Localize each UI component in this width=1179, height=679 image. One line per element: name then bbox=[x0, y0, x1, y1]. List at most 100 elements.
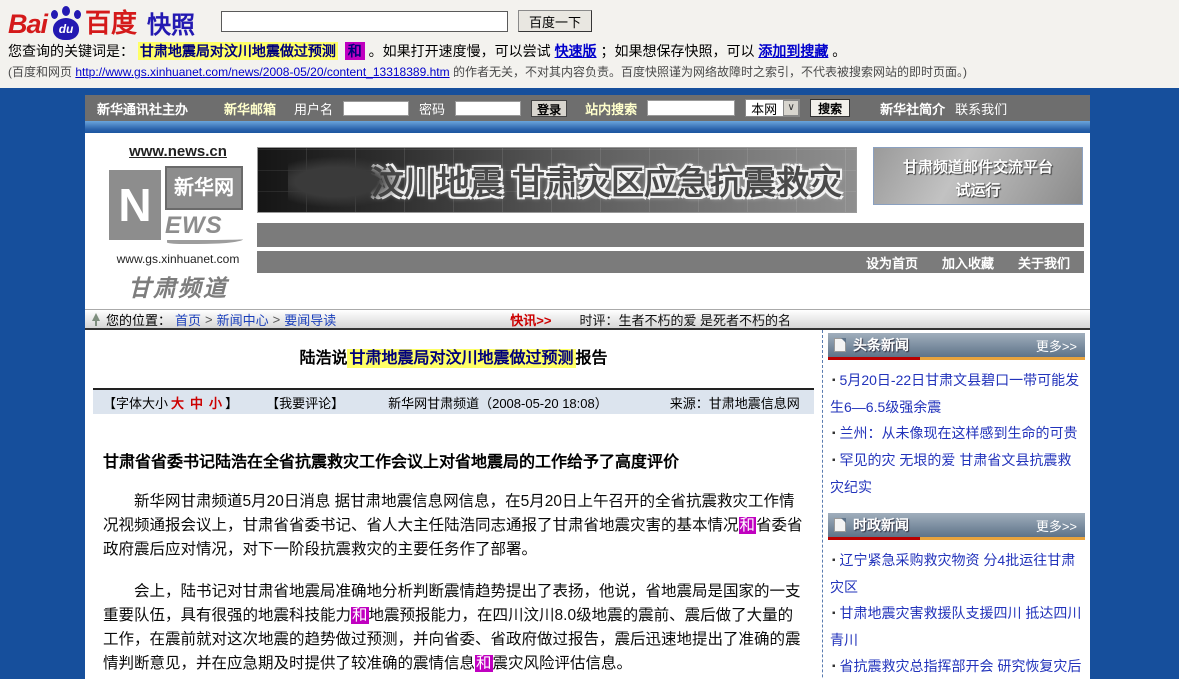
site-search-input[interactable] bbox=[647, 100, 735, 116]
logo-column: www.news.cn N 新华网 EWS www.gs.xinhuanet.c… bbox=[99, 143, 257, 303]
article-subheading: 甘肃省省委书记陆浩在全省抗震救灾工作会议上对省地震局的工作给予了高度评价 bbox=[103, 448, 804, 472]
keyword-prefix: 您查询的关键词是： bbox=[8, 43, 134, 59]
bullet-icon: ▪ bbox=[832, 428, 836, 439]
fast-version-link[interactable]: 快速版 bbox=[555, 43, 597, 59]
add-bookmark-link[interactable]: 加入收藏 bbox=[942, 253, 994, 272]
list-item[interactable]: ▪罕见的灾 无垠的爱 甘肃省文县抗震救灾纪实 bbox=[830, 447, 1083, 500]
masthead-right: 汶川地震 甘肃灾区应急抗震救灾 甘肃频道邮件交流平台 试运行 设为首页 加入收藏… bbox=[257, 143, 1090, 303]
chevron-down-icon[interactable]: ∨ bbox=[783, 100, 799, 116]
disclaimer-post: 的作者无关，不对其内容负责。百度快照谨为网络故障时之索引，不代表被搜索网站的即时… bbox=[453, 65, 967, 79]
bullet-icon: ▪ bbox=[832, 661, 836, 672]
site-search-button[interactable]: 搜索 bbox=[810, 99, 850, 117]
list-item[interactable]: ▪5月20日-22日甘肃文县碧口一带可能发生6—6.5级强余震 bbox=[830, 367, 1083, 420]
banner-main-text: 汶川地震 甘肃灾区应急抗震救灾 bbox=[371, 156, 842, 204]
username-label: 用户名 bbox=[294, 99, 333, 118]
bullet-icon: ▪ bbox=[832, 555, 836, 566]
breadcrumb-sep: > bbox=[205, 312, 213, 327]
breadcrumb-label: 您的位置： bbox=[106, 310, 171, 329]
gray-strip bbox=[257, 223, 1084, 247]
gansu-channel-label: 甘肃频道 bbox=[99, 269, 257, 303]
p1-seg1: 新华网甘肃频道5月20日消息 据甘肃地震信息网信息，在5月20日上午召开的全省抗… bbox=[103, 493, 795, 534]
page-background: 新华通讯社主办 新华邮箱 用户名 密码 登录 站内搜索 本网 ∨ 搜索 新华社简… bbox=[0, 88, 1179, 679]
masthead: www.news.cn N 新华网 EWS www.gs.xinhuanet.c… bbox=[85, 133, 1090, 309]
font-small-button[interactable]: 小 bbox=[209, 393, 222, 412]
politics-news-header: 时政新闻 更多>> bbox=[828, 513, 1085, 537]
font-medium-button[interactable]: 中 bbox=[190, 393, 203, 412]
font-size-label-end: 】 bbox=[225, 393, 238, 412]
baidu-paw-icon: du bbox=[49, 6, 83, 40]
xinhuanet-logo[interactable]: N 新华网 EWS bbox=[109, 166, 247, 248]
breadcrumb-news-center[interactable]: 新闻中心 bbox=[217, 310, 269, 329]
bullet-icon: ▪ bbox=[832, 375, 836, 386]
mail-link[interactable]: 新华邮箱 bbox=[224, 99, 276, 118]
keyword-end: 。 bbox=[832, 43, 846, 59]
breadcrumb-home[interactable]: 首页 bbox=[175, 310, 201, 329]
host-label: 新华通讯社主办 bbox=[97, 99, 188, 118]
list-item[interactable]: ▪省抗震救灾总指挥部开会 研究恢复灾后重建 bbox=[830, 653, 1083, 679]
title-pre: 陆浩说 bbox=[299, 350, 347, 367]
cached-page-url[interactable]: http://www.gs.xinhuanet.com/news/2008-05… bbox=[75, 65, 449, 79]
document-icon bbox=[834, 518, 846, 532]
about-xinhua-link[interactable]: 新华社简介 bbox=[880, 99, 945, 118]
banner-right-line1: 甘肃频道邮件交流平台 bbox=[874, 156, 1082, 177]
news-cn-link[interactable]: www.news.cn bbox=[99, 143, 257, 160]
baidu-logo[interactable]: Bai du 百度 快照 bbox=[8, 3, 195, 40]
keyword-line: 您查询的关键词是： 甘肃地震局对汶川地震做过预测 和 。如果打开速度慢，可以尝试… bbox=[8, 41, 1171, 61]
banner-right-line2: 试运行 bbox=[874, 179, 1082, 200]
origin-label: 来源：甘肃地震信息网 bbox=[670, 393, 800, 412]
breadcrumb: 您的位置： 首页 > 新闻中心 > 要闻导读 快讯>> 时评：生者不朽的爱 是死… bbox=[85, 309, 1090, 330]
article-paragraph-1: 新华网甘肃频道5月20日消息 据甘肃地震信息网信息，在5月20日上午召开的全省抗… bbox=[103, 490, 804, 562]
search-scope-select[interactable]: 本网 ∨ bbox=[745, 99, 800, 117]
p2-highlight-2: 和 bbox=[475, 655, 493, 672]
article-meta-bar: 【字体大小 大 中 小 】 【我要评论】 新华网甘肃频道（2008-05-20 … bbox=[93, 390, 814, 414]
baidu-snapshot-label: 快照 bbox=[147, 5, 195, 40]
baidu-cache-bar: Bai du 百度 快照 百度一下 您查询的关键词是： 甘肃地震局对汶川地震做过… bbox=[0, 0, 1179, 88]
article-paragraph-2: 会上，陆书记对甘肃省地震局准确地分析判断震情趋势提出了表扬，他说，省地震局是国家… bbox=[103, 580, 804, 676]
set-homepage-link[interactable]: 设为首页 bbox=[866, 253, 918, 272]
location-icon bbox=[91, 313, 101, 326]
ticker-text: 时评：生者不朽的爱 是死者不朽的名 bbox=[579, 310, 791, 329]
comment-link[interactable]: 【我要评论】 bbox=[266, 393, 344, 412]
list-item[interactable]: ▪甘肃地震灾害救援队支援四川 抵达四川青川 bbox=[830, 600, 1083, 653]
publish-source: 新华网甘肃频道（2008-05-20 18:08） bbox=[388, 393, 608, 412]
keyword-highlight: 甘肃地震局对汶川地震做过预测 bbox=[138, 42, 338, 60]
p2-seg3: 震灾风险评估信息。 bbox=[493, 655, 633, 672]
keyword-mid2: ；如果想保存快照，可以 bbox=[600, 43, 754, 59]
disclaimer-pre: (百度和网页 bbox=[8, 65, 72, 79]
title-highlight: 甘肃地震局对汶川地震做过预测 bbox=[347, 349, 575, 368]
article: 陆浩说甘肃地震局对汶川地震做过预测报告 【字体大小 大 中 小 】 【我要评论】… bbox=[85, 330, 822, 679]
headline-news-more-link[interactable]: 更多>> bbox=[1036, 336, 1077, 355]
logo-cn: 新华网 bbox=[165, 166, 243, 210]
add-favorite-link[interactable]: 添加到搜藏 bbox=[758, 43, 828, 59]
username-field[interactable] bbox=[343, 101, 409, 116]
gs-xinhuanet-url[interactable]: www.gs.xinhuanet.com bbox=[99, 252, 257, 266]
title-post: 报告 bbox=[576, 350, 608, 367]
list-item[interactable]: ▪辽宁紧急采购救灾物资 分4批运往甘肃灾区 bbox=[830, 547, 1083, 600]
earthquake-banner[interactable]: 汶川地震 甘肃灾区应急抗震救灾 bbox=[257, 147, 857, 213]
baidu-logo-bai: Bai bbox=[8, 9, 47, 40]
quick-nav-bar: 设为首页 加入收藏 关于我们 bbox=[257, 251, 1084, 273]
login-button[interactable]: 登录 bbox=[531, 100, 567, 117]
baidu-logo-cn: 百度 bbox=[85, 3, 137, 40]
baidu-search-button[interactable]: 百度一下 bbox=[518, 10, 592, 32]
password-field[interactable] bbox=[455, 101, 521, 116]
scope-value: 本网 bbox=[751, 99, 777, 118]
politics-news-title: 时政新闻 bbox=[853, 515, 909, 535]
headline-news-header: 头条新闻 更多>> bbox=[828, 333, 1085, 357]
breadcrumb-section[interactable]: 要闻导读 bbox=[284, 310, 336, 329]
gradient-divider bbox=[85, 121, 1090, 133]
logo-n: N bbox=[109, 170, 161, 240]
baidu-search-input[interactable] bbox=[221, 11, 508, 32]
article-title: 陆浩说甘肃地震局对汶川地震做过预测报告 bbox=[85, 344, 822, 368]
mail-platform-banner[interactable]: 甘肃频道邮件交流平台 试运行 bbox=[873, 147, 1083, 205]
site-content: 新华通讯社主办 新华邮箱 用户名 密码 登录 站内搜索 本网 ∨ 搜索 新华社简… bbox=[85, 95, 1090, 679]
contact-us-link[interactable]: 联系我们 bbox=[955, 99, 1007, 118]
politics-news-more-link[interactable]: 更多>> bbox=[1036, 516, 1077, 535]
flash-news-link[interactable]: 快讯>> bbox=[510, 310, 551, 329]
breadcrumb-sep: > bbox=[273, 312, 281, 327]
about-us-link[interactable]: 关于我们 bbox=[1018, 253, 1070, 272]
list-item[interactable]: ▪兰州：从未像现在这样感到生命的可贵 bbox=[830, 420, 1083, 447]
p2-highlight-1: 和 bbox=[351, 607, 369, 624]
font-large-button[interactable]: 大 bbox=[171, 393, 184, 412]
section-headline-news: 头条新闻 更多>> ▪5月20日-22日甘肃文县碧口一带可能发生6—6.5级强余… bbox=[828, 333, 1085, 506]
